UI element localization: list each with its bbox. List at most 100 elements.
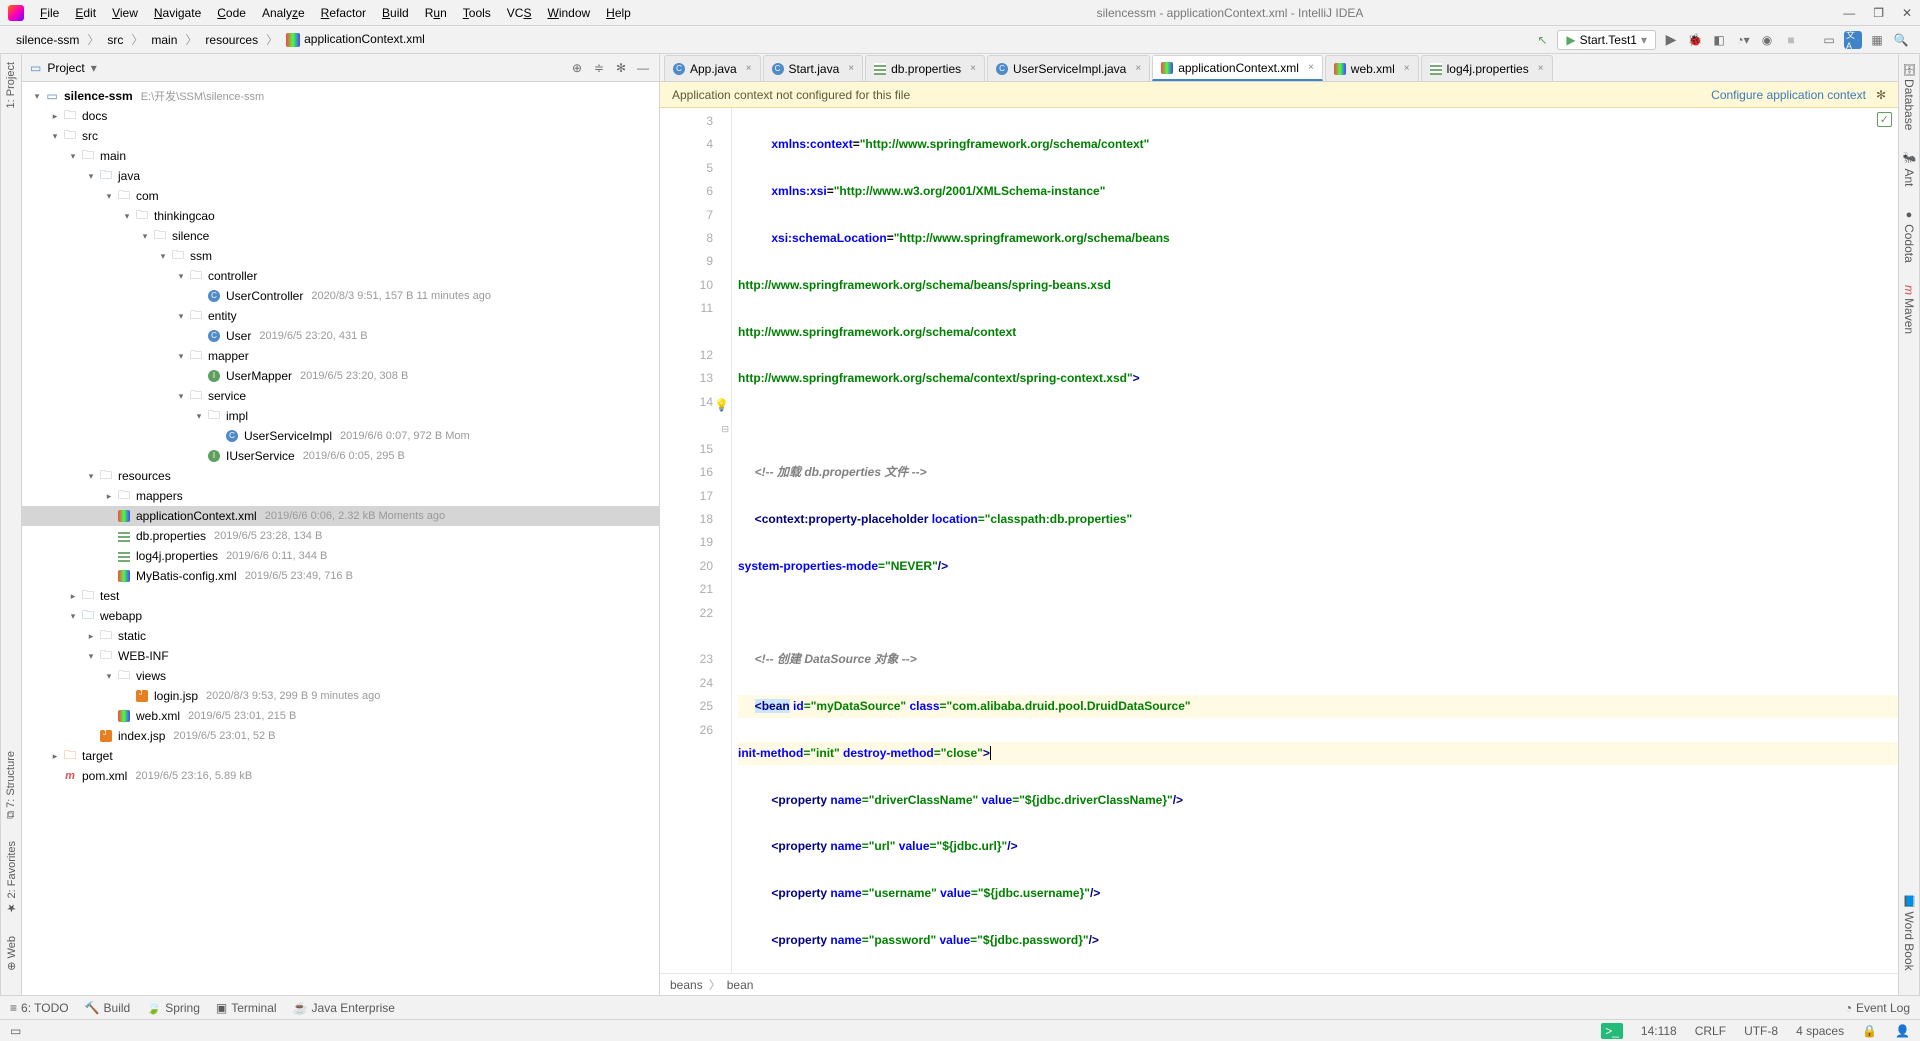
tree-src[interactable]: ▾🗀src xyxy=(22,126,659,146)
tab-start-java[interactable]: CStart.java× xyxy=(763,55,864,81)
status-line-separator[interactable]: CRLF xyxy=(1695,1024,1726,1038)
tree-docs[interactable]: ▸🗀docs xyxy=(22,106,659,126)
menu-help[interactable]: Help xyxy=(600,4,637,22)
tab-web[interactable]: ⊕ Web xyxy=(3,932,20,975)
tree-mapper[interactable]: ▾🗀mapper xyxy=(22,346,659,366)
tab-log4j[interactable]: log4j.properties× xyxy=(1421,55,1553,81)
hide-panel-icon[interactable]: — xyxy=(635,61,651,75)
crumb-file[interactable]: applicationContext.xml xyxy=(280,30,431,49)
crumb-resources[interactable]: resources xyxy=(199,31,264,49)
readonly-lock-icon[interactable]: 🔒 xyxy=(1862,1024,1877,1038)
tab-web-xml[interactable]: web.xml× xyxy=(1325,55,1419,81)
tab-applicationcontext[interactable]: applicationContext.xml× xyxy=(1152,55,1323,81)
tree-resources[interactable]: ▾🗀resources xyxy=(22,466,659,486)
tab-structure[interactable]: ⧉ 7: Structure xyxy=(3,747,19,823)
menu-analyze[interactable]: Analyze xyxy=(256,4,311,22)
menu-edit[interactable]: Edit xyxy=(69,4,102,22)
tree-appctx[interactable]: applicationContext.xml2019/6/6 0:06, 2.3… xyxy=(22,506,659,526)
project-tree[interactable]: ▾▭silence-ssmE:\开发\SSM\silence-ssm ▸🗀doc… xyxy=(22,82,659,995)
close-icon[interactable]: ✕ xyxy=(1902,6,1912,20)
tab-todo[interactable]: ≡ 6: TODO xyxy=(10,1001,69,1015)
notification-gear-icon[interactable]: ✻ xyxy=(1876,88,1886,102)
close-tab-icon[interactable]: × xyxy=(746,63,752,74)
crumb-project[interactable]: silence-ssm xyxy=(10,31,85,49)
translate-button[interactable]: 文A xyxy=(1844,31,1862,49)
status-terminal-icon[interactable]: >_ xyxy=(1601,1023,1623,1039)
attach-button[interactable]: ◉ xyxy=(1758,31,1776,49)
status-indent[interactable]: 4 spaces xyxy=(1796,1024,1844,1038)
profile-button[interactable]: ◔▾ xyxy=(1734,31,1752,49)
run-configuration-selector[interactable]: ▶ Start.Test1 ▾ xyxy=(1557,30,1656,50)
status-encoding[interactable]: UTF-8 xyxy=(1744,1024,1778,1038)
tree-mappers[interactable]: ▸🗀mappers xyxy=(22,486,659,506)
tree-entity[interactable]: ▾🗀entity xyxy=(22,306,659,326)
search-everywhere-button[interactable]: 🔍 xyxy=(1892,31,1910,49)
status-caret-pos[interactable]: 14:118 xyxy=(1641,1024,1677,1038)
tree-webinf[interactable]: ▾🗀WEB-INF xyxy=(22,646,659,666)
tab-java-enterprise[interactable]: ☕ Java Enterprise xyxy=(293,1001,395,1015)
tree-main[interactable]: ▾🗀main xyxy=(22,146,659,166)
tree-usermapper[interactable]: IUserMapper2019/6/5 23:20, 308 B xyxy=(22,366,659,386)
status-tools-icon[interactable]: ▭ xyxy=(10,1024,21,1038)
tree-java[interactable]: ▾🗀java xyxy=(22,166,659,186)
tree-silence[interactable]: ▾🗀silence xyxy=(22,226,659,246)
inspection-ok-icon[interactable]: ✓ xyxy=(1877,112,1892,127)
expand-all-icon[interactable]: ≑ xyxy=(591,61,607,75)
crumb-src[interactable]: src xyxy=(101,31,129,49)
tree-webxml[interactable]: web.xml2019/6/5 23:01, 215 B xyxy=(22,706,659,726)
tree-root[interactable]: ▾▭silence-ssmE:\开发\SSM\silence-ssm xyxy=(22,86,659,106)
debug-button[interactable]: 🐞 xyxy=(1686,31,1704,49)
crumb-beans[interactable]: beans xyxy=(670,978,703,992)
maximize-icon[interactable]: ❐ xyxy=(1873,6,1884,20)
settings-button[interactable]: ▦ xyxy=(1868,31,1886,49)
menu-file[interactable]: File xyxy=(34,4,65,22)
close-tab-icon[interactable]: × xyxy=(1404,63,1410,74)
tree-service[interactable]: ▾🗀service xyxy=(22,386,659,406)
tree-thinkingcao[interactable]: ▾🗀thinkingcao xyxy=(22,206,659,226)
tree-log4j[interactable]: log4j.properties2019/6/6 0:11, 344 B xyxy=(22,546,659,566)
menu-tools[interactable]: Tools xyxy=(457,4,497,22)
tree-userserviceimpl[interactable]: CUserServiceImpl2019/6/6 0:07, 972 B Mom xyxy=(22,426,659,446)
tab-db-properties[interactable]: db.properties× xyxy=(865,55,985,81)
crumb-bean[interactable]: bean xyxy=(727,978,754,992)
tree-views[interactable]: ▾🗀views xyxy=(22,666,659,686)
status-hector-icon[interactable]: 👤 xyxy=(1895,1024,1910,1038)
minimize-icon[interactable]: — xyxy=(1843,6,1855,20)
tab-favorites[interactable]: ★ 2: Favorites xyxy=(3,837,20,919)
tree-indexjsp[interactable]: index.jsp2019/6/5 23:01, 52 B xyxy=(22,726,659,746)
intention-bulb-icon[interactable]: 💡 xyxy=(714,394,729,417)
close-tab-icon[interactable]: × xyxy=(1308,62,1314,73)
tree-mybatis[interactable]: MyBatis-config.xml2019/6/5 23:49, 716 B xyxy=(22,566,659,586)
tab-project[interactable]: 1: Project xyxy=(3,58,19,112)
tree-ssm[interactable]: ▾🗀ssm xyxy=(22,246,659,266)
close-tab-icon[interactable]: × xyxy=(1538,63,1544,74)
tree-webapp[interactable]: ▾🗀webapp xyxy=(22,606,659,626)
tree-test[interactable]: ▸🗀test xyxy=(22,586,659,606)
close-tab-icon[interactable]: × xyxy=(1135,63,1141,74)
code-content[interactable]: xmlns:context="http://www.springframewor… xyxy=(732,108,1898,973)
tab-spring[interactable]: 🍃 Spring xyxy=(146,1001,200,1015)
tab-ant[interactable]: 🐜 Ant xyxy=(1900,148,1918,191)
menu-navigate[interactable]: Navigate xyxy=(148,4,207,22)
tree-dbprop[interactable]: db.properties2019/6/5 23:28, 134 B xyxy=(22,526,659,546)
tree-pom[interactable]: mpom.xml2019/6/5 23:16, 5.89 kB xyxy=(22,766,659,786)
stop-button[interactable]: ■ xyxy=(1782,31,1800,49)
tree-target[interactable]: ▸🗀target xyxy=(22,746,659,766)
menu-build[interactable]: Build xyxy=(376,4,415,22)
code-editor[interactable]: 3 4 5 6 7 8 9 10 11 12 13 14💡 ⊟ 15 16 17… xyxy=(660,108,1898,973)
menu-window[interactable]: Window xyxy=(541,4,596,22)
tab-database[interactable]: 🗄 Database xyxy=(1900,58,1918,134)
fold-icon[interactable]: ⊟ xyxy=(721,418,729,441)
menu-refactor[interactable]: Refactor xyxy=(315,4,372,22)
tab-codota[interactable]: ● Codota xyxy=(1900,205,1918,267)
tree-impl[interactable]: ▾🗀impl xyxy=(22,406,659,426)
tree-static[interactable]: ▸🗀static xyxy=(22,626,659,646)
menu-vcs[interactable]: VCS xyxy=(501,4,538,22)
tree-controller[interactable]: ▾🗀controller xyxy=(22,266,659,286)
project-view-chevron-icon[interactable]: ▾ xyxy=(91,61,97,75)
tree-iuserservice[interactable]: IIUserService2019/6/6 0:05, 295 B xyxy=(22,446,659,466)
nav-back-icon[interactable]: ↖ xyxy=(1533,31,1551,49)
event-log-button[interactable]: ◔ Event Log xyxy=(1845,1001,1910,1015)
menu-code[interactable]: Code xyxy=(211,4,252,22)
menu-run[interactable]: Run xyxy=(419,4,453,22)
